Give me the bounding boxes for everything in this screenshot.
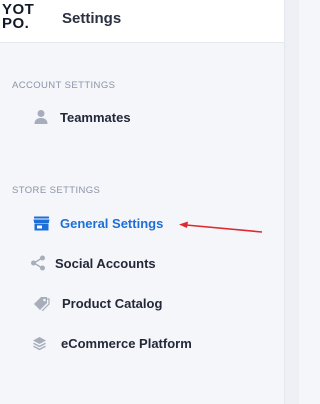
section-label-account: ACCOUNT SETTINGS — [12, 80, 116, 91]
section-label-store: STORE SETTINGS — [12, 185, 101, 196]
sidebar-item-teammates[interactable]: Teammates — [30, 106, 131, 128]
sidebar-item-product-catalog[interactable]: Product Catalog — [30, 292, 162, 314]
page-title: Settings — [62, 10, 122, 27]
sidebar-item-ecommerce-platform[interactable]: eCommerce Platform — [30, 332, 192, 354]
sidebar-item-label: Teammates — [60, 109, 131, 125]
person-icon — [30, 108, 52, 126]
tag-icon — [30, 294, 54, 312]
yotpo-logo[interactable]: YOT PO. — [2, 2, 36, 32]
share-icon — [30, 254, 46, 272]
sidebar-item-general-settings[interactable]: General Settings — [30, 212, 163, 234]
settings-page: YOT PO. Settings ACCOUNT SETTINGS Teamma… — [0, 0, 299, 404]
annotation-arrow — [179, 221, 263, 233]
top-bar: YOT PO. Settings — [0, 0, 299, 43]
sidebar-item-label: eCommerce Platform — [61, 335, 192, 351]
sidebar-item-label: Social Accounts — [55, 255, 156, 271]
layers-icon — [30, 334, 48, 352]
store-icon — [30, 214, 52, 232]
sidebar-item-label: Product Catalog — [62, 295, 163, 311]
sidebar-item-label: General Settings — [60, 215, 164, 231]
content-edge — [284, 0, 299, 404]
sidebar-item-social-accounts[interactable]: Social Accounts — [30, 252, 156, 274]
logo-line-2: PO. — [2, 15, 30, 32]
